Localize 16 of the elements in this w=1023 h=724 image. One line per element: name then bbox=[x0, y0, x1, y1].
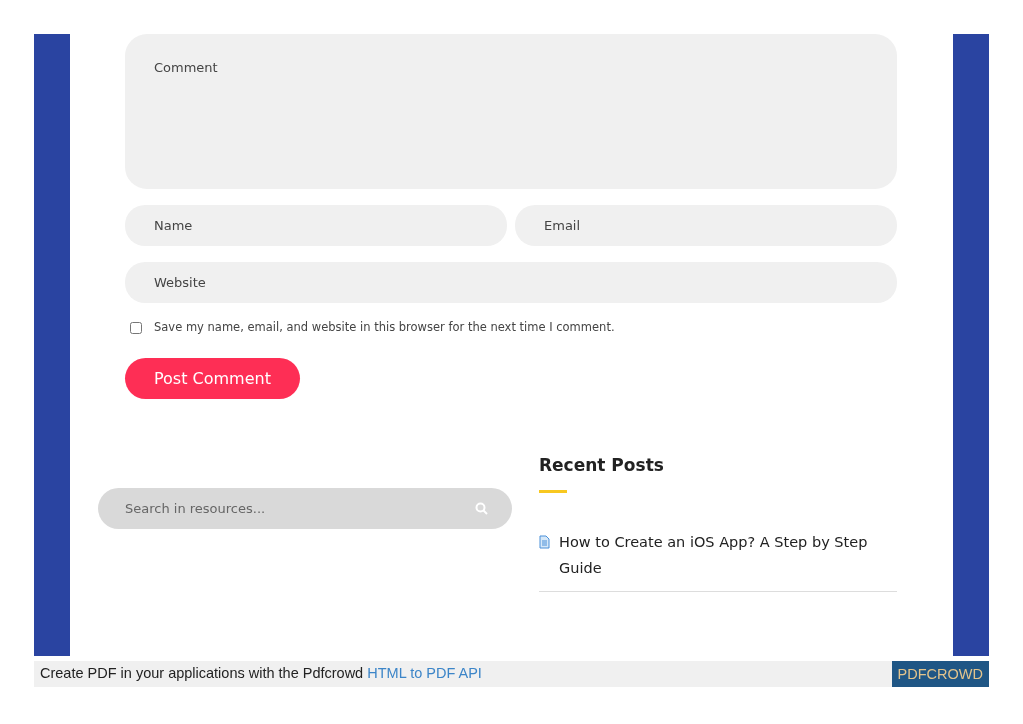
post-comment-button[interactable]: Post Comment bbox=[125, 358, 300, 400]
recent-posts-heading: Recent Posts bbox=[539, 455, 665, 476]
search-field[interactable]: Search in resources... bbox=[98, 488, 512, 530]
footer-text: Create PDF in your applications with the Pdfcrowd HTML to PDF API bbox=[39, 664, 482, 684]
email-field[interactable]: Email bbox=[515, 205, 897, 246]
name-field[interactable]: Name bbox=[125, 205, 507, 246]
comment-field[interactable]: Comment bbox=[125, 34, 897, 189]
heading-underline bbox=[539, 489, 567, 493]
document-icon bbox=[539, 534, 550, 549]
search-icon bbox=[475, 502, 488, 516]
pdfcrowd-label[interactable]: PDFCROWD bbox=[891, 661, 989, 687]
post-link[interactable]: How to Create an iOS App? A Step by Step Guide bbox=[559, 528, 897, 581]
save-consent-label: Save my name, email, and website in this browser for the next time I comment. bbox=[154, 319, 615, 336]
website-field[interactable]: Website bbox=[125, 262, 897, 303]
html-to-pdf-link[interactable]: HTML to PDF API bbox=[367, 665, 482, 682]
save-checkbox[interactable] bbox=[130, 321, 142, 334]
